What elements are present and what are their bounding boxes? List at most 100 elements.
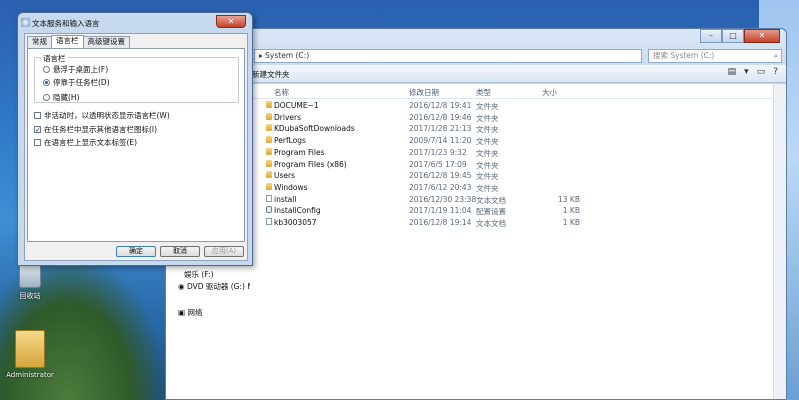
window-controls: – □ ✕ [700, 29, 780, 43]
file-type: 配置设置 [476, 207, 506, 217]
radio-label: 停靠于任务栏(D) [53, 78, 110, 87]
checkbox-text-labels[interactable]: 在语言栏上显示文本标签(E) [34, 137, 137, 148]
dialog-title: 文本服务和输入语言 [32, 19, 100, 28]
file-name: KDubaSoftDownloads [274, 124, 355, 134]
tab-advanced-key-settings[interactable]: 高级键设置 [82, 36, 130, 48]
close-button[interactable]: ✕ [744, 29, 780, 43]
file-name: InstallConfig [274, 206, 321, 216]
column-date[interactable]: 修改日期 [409, 87, 439, 98]
chevron-right-icon: ▸ [259, 51, 263, 60]
tab-general[interactable]: 常规 [27, 36, 52, 48]
preview-pane-icon[interactable]: ▭ [757, 67, 766, 77]
column-name[interactable]: 名称 [274, 87, 289, 98]
nav-label: 娱乐 (F:) [184, 270, 214, 279]
file-name: install [274, 194, 297, 204]
radio-button[interactable] [43, 66, 50, 73]
explorer-window: – □ ✕ ▸ System (C:) 搜索 System (C:) ⌕ 新建文… [165, 28, 787, 400]
file-size: 1 KB [562, 218, 580, 227]
maximize-button[interactable]: □ [722, 29, 744, 43]
search-input[interactable]: 搜索 System (C:) ⌕ [648, 49, 782, 63]
file-row[interactable]: install 2016/12/30 23:38 文本文档 13 KB [250, 194, 786, 206]
ok-button[interactable]: 确定 [116, 246, 156, 257]
command-bar: 新建文件夹 ▤ ▾ ▭ ? [166, 65, 786, 83]
radio-button[interactable] [43, 94, 50, 101]
apply-button[interactable]: 应用(A) [204, 246, 244, 257]
desktop-icon-recycle-bin[interactable]: 回收站 [4, 262, 56, 301]
file-row[interactable]: InstallConfig 2017/1/19 11:04 配置设置 1 KB [250, 205, 786, 217]
nav-item-dvd-drive[interactable]: ◉ DVD 驱动器 (G:) M [178, 281, 254, 292]
folder-icon [266, 136, 272, 144]
file-row[interactable]: DOCUME~1 2016/12/8 19:41 文件夹 [250, 100, 786, 112]
folder-icon [266, 159, 272, 167]
column-size[interactable]: 大小 [542, 87, 557, 98]
address-path: System (C:) [265, 51, 310, 60]
file-row[interactable]: Program Files 2017/1/23 9:32 文件夹 [250, 147, 786, 159]
file-type: 文件夹 [476, 125, 499, 135]
file-name: Program Files (x86) [274, 159, 347, 169]
file-name: kb3003057 [274, 218, 317, 227]
file-row[interactable]: Windows 2017/6/12 20:43 文件夹 [250, 182, 786, 194]
nav-item-drive-f[interactable]: 娱乐 (F:) [184, 269, 214, 280]
file-row[interactable]: kb3003057 2016/12/8 19:14 文本文档 1 KB [250, 217, 786, 229]
desktop-icon-label: 回收站 [19, 292, 41, 300]
file-name: Users [274, 171, 296, 181]
desktop-icon-administrator[interactable]: Administrator [4, 330, 56, 379]
file-type: 文本文档 [476, 195, 506, 205]
checkbox-transparent[interactable]: 非活动时，以透明状态显示语言栏(W) [34, 110, 170, 121]
chevron-down-icon[interactable]: ▾ [744, 67, 749, 77]
text-document-icon [266, 218, 272, 225]
file-row[interactable]: Program Files (x86) 2017/6/5 17:09 文件夹 [250, 159, 786, 171]
file-type: 文件夹 [476, 113, 499, 123]
help-icon[interactable]: ? [773, 67, 778, 77]
tab-panel: 语言栏 悬浮于桌面上(F) 停靠于任务栏(D) 隐藏(H) 非活动时，以透明状态… [27, 48, 245, 242]
folder-icon [266, 147, 272, 155]
search-icon: ⌕ [773, 51, 778, 60]
file-type: 文件夹 [476, 183, 499, 193]
scrollbar[interactable] [773, 84, 786, 399]
nav-label: 网络 [187, 308, 203, 317]
cancel-button[interactable]: 取消 [160, 246, 200, 257]
address-bar[interactable]: ▸ System (C:) [254, 49, 642, 63]
keyboard-icon [21, 18, 30, 27]
column-type[interactable]: 类型 [476, 87, 491, 98]
radio-button[interactable] [43, 79, 50, 86]
text-services-dialog: 文本服务和输入语言 ✕ 常规 语言栏 高级键设置 语言栏 悬浮于桌面上(F) 停… [17, 12, 253, 266]
tab-language-bar[interactable]: 语言栏 [51, 35, 84, 48]
view-options-icon[interactable]: ▤ [728, 67, 737, 77]
checkbox-extra-icons[interactable]: ✓ 在任务栏中显示其他语言栏图标(I) [34, 124, 157, 135]
folder-icon [266, 124, 272, 132]
radio-floating[interactable]: 悬浮于桌面上(F) [43, 64, 108, 75]
minimize-button[interactable]: – [700, 29, 722, 43]
close-icon[interactable]: ✕ [216, 15, 246, 28]
user-folder-icon [15, 330, 45, 368]
radio-docked[interactable]: 停靠于任务栏(D) [43, 77, 110, 88]
file-date: 2016/12/8 19:14 [409, 218, 472, 227]
file-row[interactable]: Users 2016/12/8 19:45 文件夹 [250, 170, 786, 182]
checkbox-label: 在任务栏中显示其他语言栏图标(I) [44, 125, 158, 134]
file-name: Windows [274, 182, 308, 192]
file-type: 文件夹 [476, 102, 499, 111]
file-date: 2017/1/28 21:13 [409, 124, 472, 134]
nav-label: DVD 驱动器 (G:) M [186, 282, 254, 291]
dvd-icon: ◉ [178, 282, 187, 291]
checkbox[interactable] [34, 112, 41, 119]
file-name: Drivers [274, 112, 301, 122]
radio-hidden[interactable]: 隐藏(H) [43, 92, 80, 103]
checkbox[interactable] [34, 139, 41, 146]
folder-icon [266, 112, 272, 120]
dialog-body: 常规 语言栏 高级键设置 语言栏 悬浮于桌面上(F) 停靠于任务栏(D) 隐藏(… [24, 33, 248, 261]
checkbox[interactable]: ✓ [34, 126, 41, 134]
file-row[interactable]: PerfLogs 2009/7/14 11:20 文件夹 [250, 135, 786, 147]
file-date: 2016/12/8 19:41 [409, 101, 472, 110]
nav-item-network[interactable]: ▣ 网络 [178, 307, 202, 318]
file-date: 2009/7/14 11:20 [409, 136, 472, 146]
file-date: 2016/12/8 19:45 [409, 171, 472, 181]
file-row[interactable]: KDubaSoftDownloads 2017/1/28 21:13 文件夹 [250, 123, 786, 135]
file-date: 2017/1/19 11:04 [409, 206, 472, 216]
new-folder-button[interactable]: 新建文件夹 [252, 69, 290, 80]
file-row[interactable]: Drivers 2016/12/8 19:46 文件夹 [250, 112, 786, 124]
language-bar-group: 语言栏 悬浮于桌面上(F) 停靠于任务栏(D) 隐藏(H) [34, 53, 239, 103]
folder-icon [266, 182, 272, 190]
file-list: 名称 修改日期 类型 大小 DOCUME~1 2016/12/8 19:41 文件夹… [250, 84, 786, 399]
column-header: 名称 修改日期 类型 大小 [250, 84, 786, 99]
